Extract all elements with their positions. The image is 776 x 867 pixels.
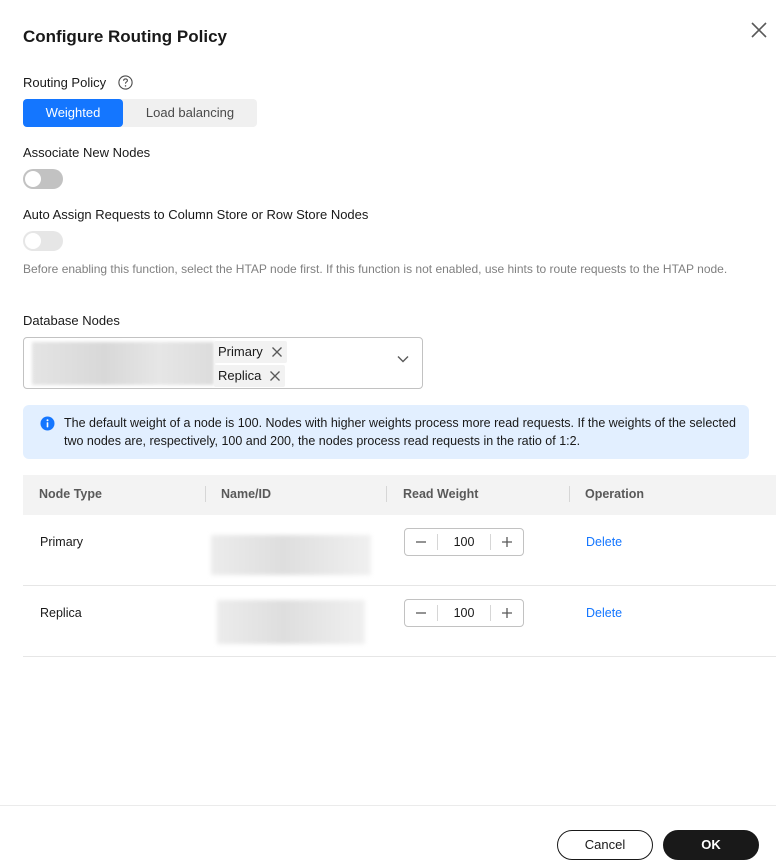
primary-tag: Primary (214, 341, 287, 363)
weight-info-banner: The default weight of a node is 100. Nod… (23, 405, 749, 459)
read-weight-value[interactable]: 100 (438, 606, 490, 620)
header-name-id: Name/ID (221, 487, 272, 501)
read-weight-stepper[interactable]: 100 (404, 528, 524, 556)
header-node-type: Node Type (39, 487, 102, 501)
cancel-button[interactable]: Cancel (557, 830, 653, 860)
increment-button[interactable] (491, 600, 523, 626)
decrement-button[interactable] (405, 600, 437, 626)
ok-button[interactable]: OK (663, 830, 759, 860)
associate-new-nodes-toggle[interactable] (23, 169, 63, 189)
node-weight-table: Node Type Name/ID Read Weight Operation … (23, 475, 776, 657)
routing-policy-label-row: Routing Policy (23, 75, 133, 91)
remove-tag-icon[interactable] (269, 370, 281, 382)
read-weight-stepper[interactable]: 100 (404, 599, 524, 627)
footer-divider (0, 805, 776, 806)
info-text: The default weight of a node is 100. Nod… (64, 416, 736, 448)
header-read-weight: Read Weight (403, 487, 479, 501)
remove-tag-icon[interactable] (271, 346, 283, 358)
decrement-button[interactable] (405, 529, 437, 555)
column-divider (386, 486, 387, 502)
redacted-name-id (217, 600, 365, 644)
associate-new-nodes-label: Associate New Nodes (23, 145, 151, 160)
table-row: Primary 100 Delete (23, 515, 776, 586)
table-row: Replica 100 Delete (23, 586, 776, 657)
delete-link[interactable]: Delete (586, 606, 622, 620)
tag-label: Primary (218, 344, 263, 359)
close-icon[interactable] (750, 21, 768, 39)
increment-button[interactable] (491, 529, 523, 555)
auto-assign-hint: Before enabling this function, select th… (23, 262, 728, 276)
column-divider (205, 486, 206, 502)
toggle-knob (25, 171, 41, 187)
routing-policy-label: Routing Policy (23, 75, 107, 90)
tag-label: Replica (218, 368, 262, 383)
header-operation: Operation (585, 487, 645, 501)
info-circle-icon (40, 416, 55, 431)
load-balancing-option[interactable]: Load balancing (123, 99, 257, 127)
auto-assign-label: Auto Assign Requests to Column Store or … (23, 207, 369, 222)
configure-routing-policy-dialog: Configure Routing Policy Routing Policy … (0, 0, 776, 867)
auto-assign-toggle[interactable] (23, 231, 63, 251)
table-header: Node Type Name/ID Read Weight Operation (23, 475, 776, 515)
toggle-knob (25, 233, 41, 249)
routing-policy-segmented-control: Weighted Load balancing (23, 99, 257, 127)
redacted-name-id (211, 535, 371, 575)
read-weight-value[interactable]: 100 (438, 535, 490, 549)
chevron-down-icon[interactable] (396, 352, 410, 366)
column-divider (569, 486, 570, 502)
dialog-title: Configure Routing Policy (23, 27, 227, 46)
weighted-option[interactable]: Weighted (23, 99, 123, 127)
delete-link[interactable]: Delete (586, 535, 622, 549)
node-type-cell: Replica (40, 606, 82, 620)
question-circle-icon[interactable] (118, 75, 133, 90)
database-nodes-label: Database Nodes (23, 313, 120, 328)
replica-tag: Replica (214, 365, 286, 387)
database-nodes-select[interactable]: Primary Replica (23, 337, 423, 389)
node-type-cell: Primary (40, 535, 84, 549)
redacted-node-names (32, 342, 214, 385)
